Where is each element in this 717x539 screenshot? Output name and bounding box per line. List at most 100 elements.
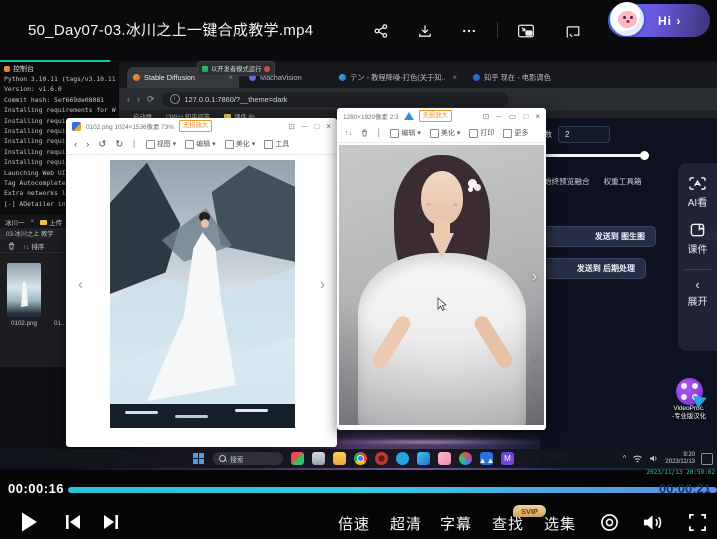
video-title: 50_Day07-03.冰川之上一键合成教学.mp4	[28, 19, 313, 40]
ai-watch-button[interactable]: AI看	[688, 176, 707, 209]
prev-image-icon[interactable]: ‹	[74, 139, 77, 150]
progress-bar[interactable]	[68, 487, 717, 493]
list-icon[interactable]: ≡	[532, 405, 539, 415]
download-button[interactable]	[412, 20, 438, 42]
desktop-icon-videoproc[interactable]: VideoProc. -专业版汉化	[668, 378, 710, 421]
fullscreen-button[interactable]	[684, 510, 710, 534]
tray-volume-icon[interactable]	[649, 454, 659, 463]
send-to-img2img-button[interactable]: 发送到 图生图	[528, 226, 656, 247]
wifi-icon[interactable]	[632, 454, 643, 463]
fit-icon[interactable]: ⊡	[288, 122, 295, 131]
app-icon-explorer[interactable]	[312, 452, 325, 465]
beautify-icon	[430, 129, 439, 138]
episodes-button[interactable]: 选集	[544, 513, 576, 534]
tab-tutorial[interactable]: テン - 教程降噪-打色(关于知.. ×	[333, 67, 463, 88]
app-icon-pic2345[interactable]: ▲▲	[480, 452, 493, 465]
quick-button-1[interactable]: 始终预览融合	[544, 176, 590, 187]
account-button[interactable]: Hi ›	[608, 4, 710, 37]
url-text: 127.0.0.1:7860/?__theme=dark	[185, 95, 288, 104]
app-icon-telegram[interactable]	[396, 452, 409, 465]
courseware-icon	[689, 222, 706, 238]
minimize-icon[interactable]: ─	[302, 122, 308, 131]
maximize-icon[interactable]: □	[314, 122, 319, 131]
crop-icon[interactable]: ◻	[532, 352, 539, 363]
tools-menu[interactable]: 工具	[264, 139, 289, 149]
app-icon-capcut[interactable]	[291, 452, 304, 465]
image-viewer-left: 0102.png 1024×1536像素 73% 无损放大 ⊡ ─ □ × ‹ …	[66, 118, 337, 447]
video-frame[interactable]: Stable Diffusion × MachaVision テン - 教程降噪…	[0, 60, 717, 470]
tab-zhihu[interactable]: 知乎 现在 - 电影调色	[467, 67, 567, 88]
file-thumbnail[interactable]	[7, 263, 41, 317]
url-input[interactable]: i 127.0.0.1:7860/?__theme=dark	[162, 92, 508, 107]
edit-menu[interactable]: 编辑 ▾	[185, 139, 216, 149]
image-viewer-right: 1280×1920像素 2:3 无损放大 ⊡ ─ ▭ □ × ↑↓ │ 编辑 ▾…	[337, 108, 546, 430]
quick-button-2[interactable]: 权重工具箱	[604, 176, 642, 187]
trash-icon[interactable]	[8, 242, 15, 250]
ambient-mode-button[interactable]	[596, 510, 622, 534]
courseware-button[interactable]: 课件	[688, 222, 708, 256]
filter-icon[interactable]: ○	[532, 388, 539, 398]
subtitles-button[interactable]: 字幕	[440, 513, 472, 534]
app-icon-chrome[interactable]	[354, 452, 367, 465]
next-photo-arrow[interactable]: ›	[320, 276, 325, 293]
tab-close-icon[interactable]: ×	[31, 218, 35, 225]
refresh-icon[interactable]: ⟳	[147, 94, 155, 105]
beautify-menu[interactable]: 美化 ▾	[430, 128, 461, 138]
site-info-icon[interactable]: i	[170, 94, 180, 104]
next-episode-button[interactable]	[98, 510, 124, 534]
notification-center-icon[interactable]	[701, 453, 713, 465]
app-icon-media[interactable]	[459, 452, 472, 465]
trash-icon[interactable]	[361, 129, 368, 137]
taskbar-clock[interactable]: 9:20 2023/11/13	[665, 452, 695, 466]
rotate-right-icon[interactable]: ↻	[115, 139, 123, 150]
app-icon-qq[interactable]	[417, 452, 430, 465]
explorer-tab-2[interactable]: 上传	[40, 217, 62, 227]
explorer-tab[interactable]: 冰川一	[5, 217, 25, 227]
app-icon-bilibili[interactable]	[438, 452, 451, 465]
minimize-icon[interactable]: ─	[496, 112, 502, 121]
previous-episode-button[interactable]	[60, 510, 86, 534]
share-button[interactable]	[368, 20, 394, 42]
app-icon-viewer[interactable]: M	[501, 452, 514, 465]
maximize-icon[interactable]: □	[523, 112, 528, 121]
bride-face-shape	[201, 219, 209, 228]
edit-menu[interactable]: 编辑 ▾	[390, 128, 421, 138]
playback-speed-button[interactable]: 倍速	[338, 513, 370, 534]
viewer-logo-icon	[404, 112, 414, 120]
pin-icon[interactable]: ▭	[509, 112, 517, 121]
play-button[interactable]	[15, 508, 43, 536]
taskbar-search[interactable]: 搜索	[213, 452, 283, 465]
close-icon[interactable]: ×	[326, 122, 331, 131]
tab-close-icon[interactable]: ×	[452, 73, 457, 82]
next-photo-arrow[interactable]: ›	[532, 268, 537, 285]
terminal-tab[interactable]: 控制台	[4, 64, 119, 74]
batch-count-input[interactable]: 2	[558, 126, 610, 143]
beautify-menu[interactable]: 美化 ▾	[225, 139, 256, 149]
prev-photo-arrow[interactable]: ‹	[78, 276, 83, 293]
tray-expand-icon[interactable]: ^	[623, 454, 627, 463]
app-icon-music[interactable]	[375, 452, 388, 465]
pip-button[interactable]	[513, 20, 539, 42]
next-image-icon[interactable]: ›	[86, 139, 89, 150]
adjust-icon[interactable]: ◇	[532, 370, 539, 381]
sort-icon[interactable]: ↑↓	[345, 130, 352, 137]
more-menu[interactable]: 更多	[503, 128, 528, 138]
arm-shape	[471, 313, 514, 370]
sort-button[interactable]: ↑↓ 排序	[23, 241, 44, 251]
close-icon[interactable]: ×	[535, 112, 540, 121]
fit-icon[interactable]: ⊡	[483, 112, 490, 121]
expand-button[interactable]: ‹ 展开	[688, 280, 708, 308]
enhance-button[interactable]: 无损放大	[179, 120, 212, 132]
print-menu[interactable]: 打印	[469, 128, 494, 138]
start-button[interactable]	[193, 453, 205, 465]
more-button[interactable]	[456, 20, 482, 42]
rotate-left-icon[interactable]: ↺	[98, 139, 106, 150]
back-icon[interactable]: ‹	[127, 94, 130, 104]
volume-button[interactable]	[638, 510, 666, 534]
app-icon-folder[interactable]	[333, 452, 346, 465]
enhance-button[interactable]: 无损放大	[419, 110, 452, 122]
cast-button[interactable]	[560, 20, 586, 42]
forward-icon[interactable]: ›	[137, 94, 140, 104]
quality-button[interactable]: 超清	[390, 513, 422, 534]
view-menu[interactable]: 视图 ▾	[146, 139, 177, 149]
